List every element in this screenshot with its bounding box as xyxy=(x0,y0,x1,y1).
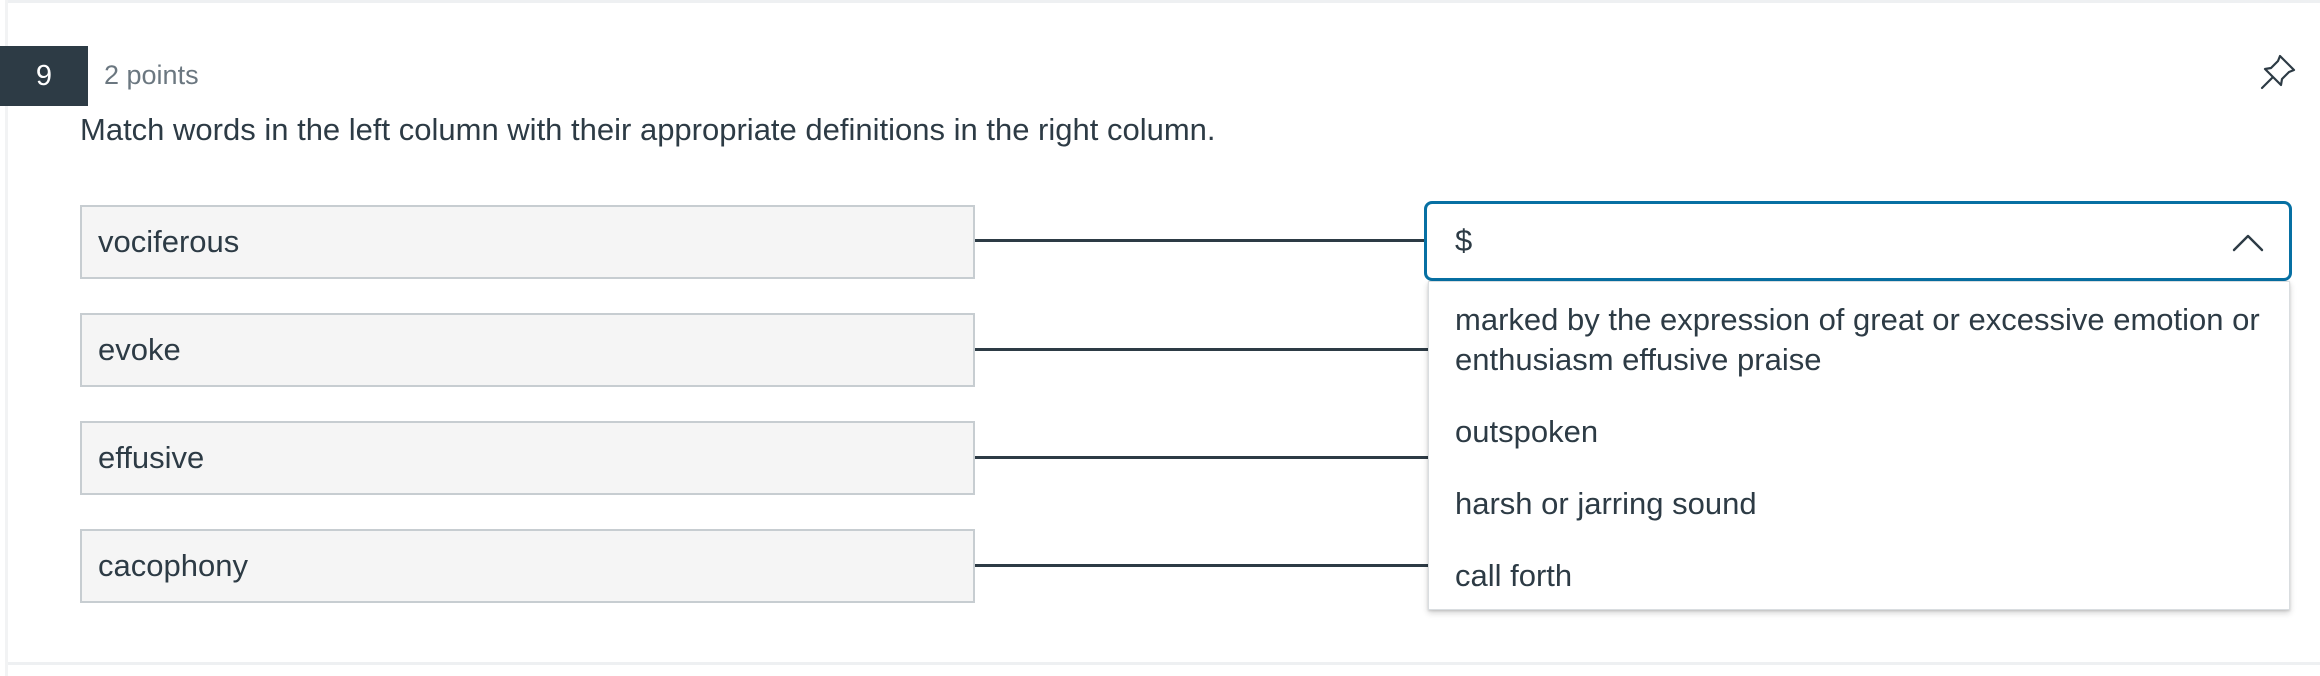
connector-line xyxy=(975,239,1430,242)
connector-line xyxy=(975,456,1430,459)
definition-select[interactable]: $ xyxy=(1424,201,2292,281)
definition-dropdown-list: marked by the expression of great or exc… xyxy=(1428,281,2290,610)
connector-line xyxy=(975,348,1430,351)
chevron-up-icon[interactable] xyxy=(2231,226,2265,260)
card-bottom-border xyxy=(8,662,2320,665)
select-current-value: $ xyxy=(1455,223,1473,258)
dropdown-option[interactable]: outspoken xyxy=(1455,412,2275,452)
pin-icon[interactable] xyxy=(2258,52,2298,92)
word-item: effusive xyxy=(80,421,975,495)
dropdown-option[interactable]: marked by the expression of great or exc… xyxy=(1455,300,2275,380)
quiz-page: 9 2 points Match words in the left colum… xyxy=(0,0,2320,676)
connector-line xyxy=(975,564,1430,567)
question-number: 9 xyxy=(0,46,88,106)
question-points: 2 points xyxy=(104,60,199,90)
card-top-border xyxy=(8,0,2320,3)
word-item: vociferous xyxy=(80,205,975,279)
question-prompt: Match words in the left column with thei… xyxy=(80,112,1216,147)
word-item: evoke xyxy=(80,313,975,387)
dropdown-option[interactable]: harsh or jarring sound xyxy=(1455,484,2275,524)
word-item: cacophony xyxy=(80,529,975,603)
dropdown-option[interactable]: call forth xyxy=(1455,556,2275,596)
